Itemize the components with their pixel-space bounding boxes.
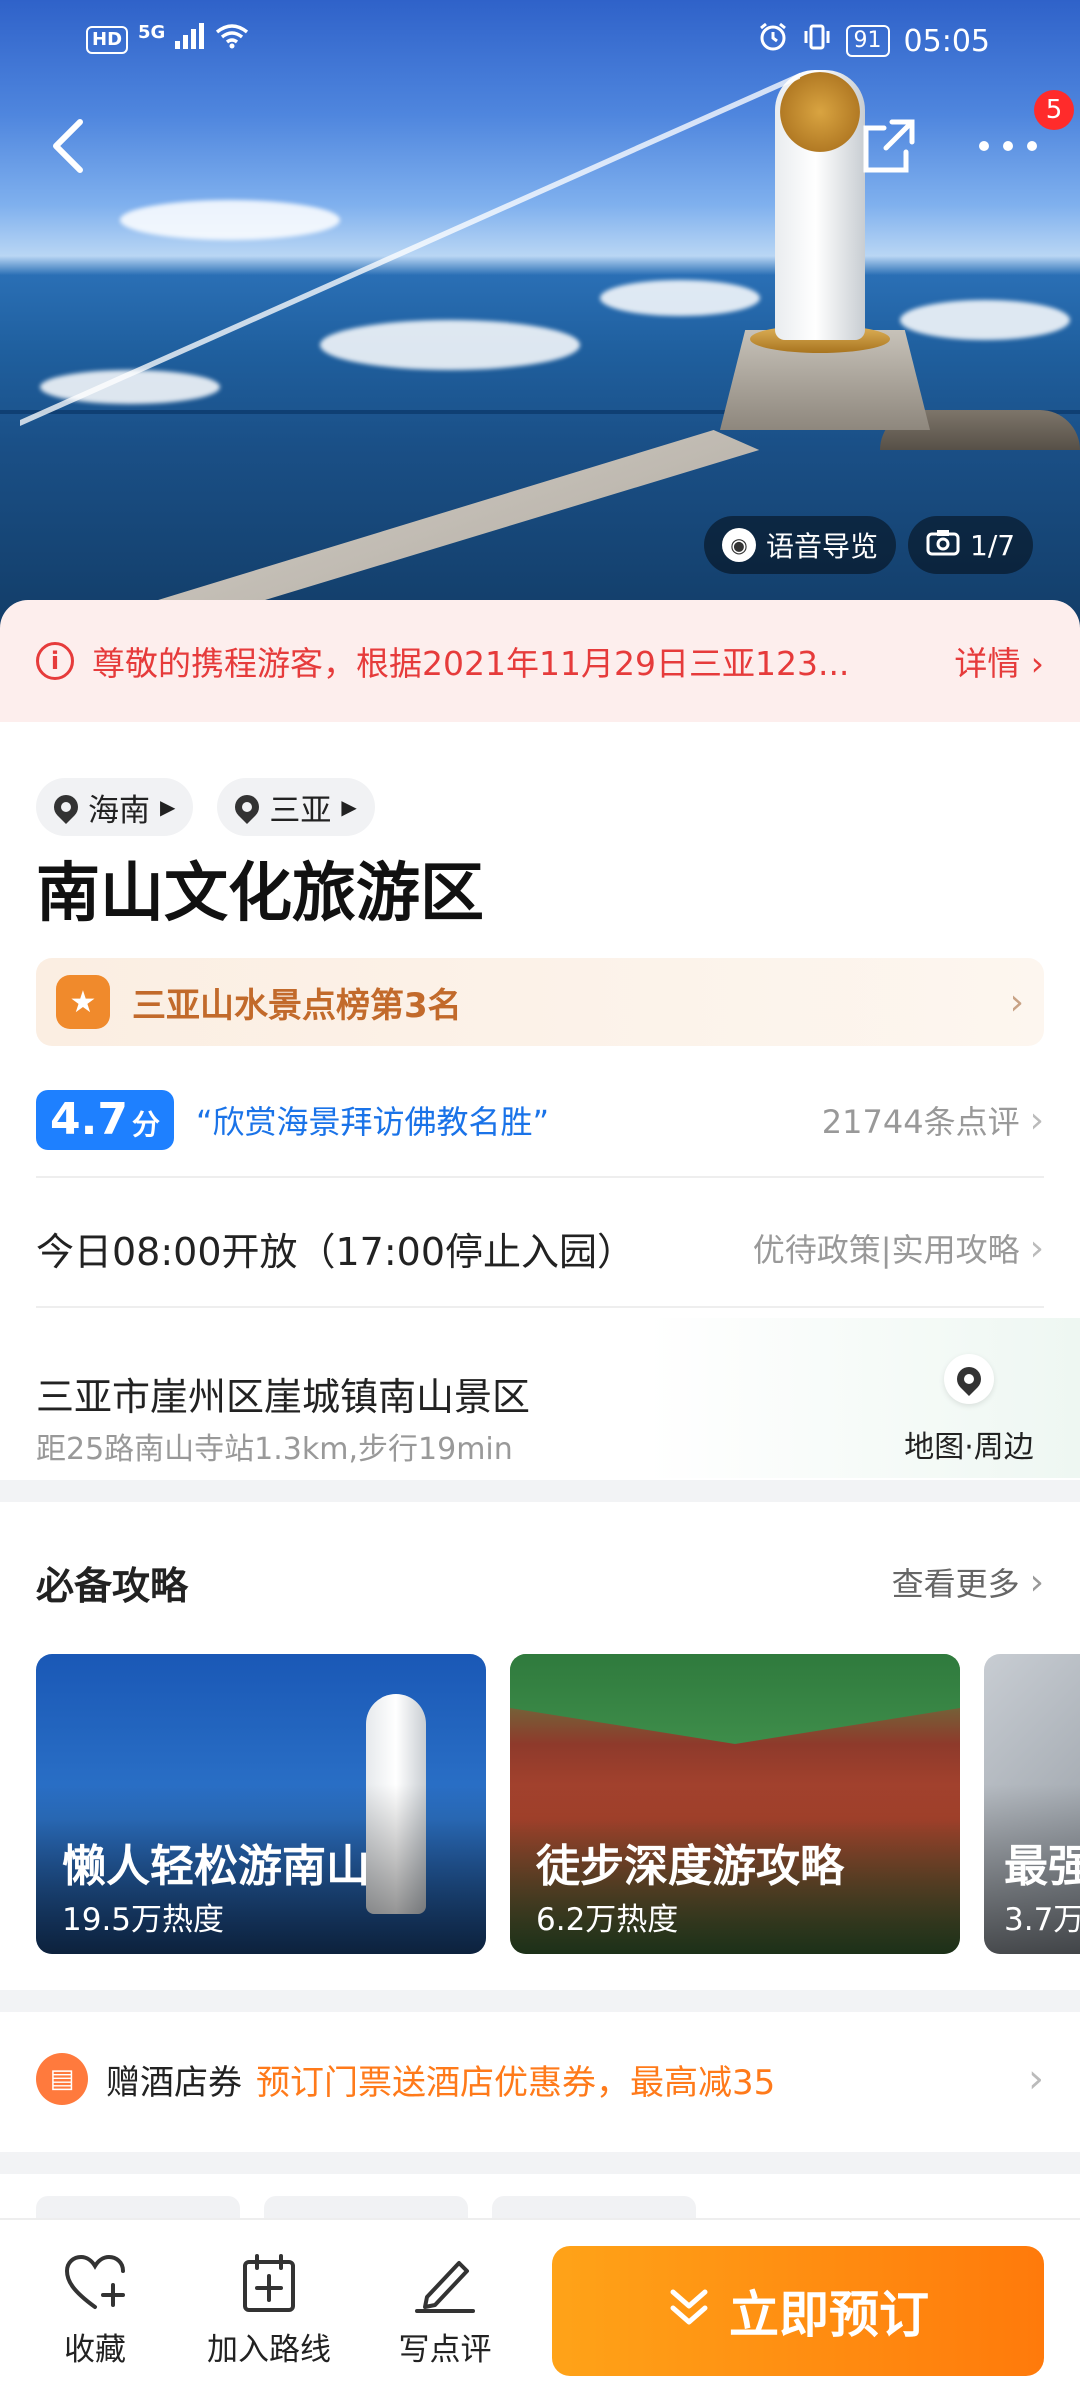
review-count-link[interactable]: 21744条点评 ›: [822, 1097, 1044, 1143]
add-route-button[interactable]: 加入路线: [194, 2250, 344, 2369]
status-bar: HD 5G 91 05:05: [0, 0, 1080, 78]
location-pin-icon: [230, 790, 265, 824]
address-row[interactable]: 三亚市崖州区崖城镇南山景区 距25路南山寺站1.3km,步行19min 地图·周…: [0, 1318, 1080, 1478]
guide-card-title: 懒人轻松游南山: [62, 1841, 370, 1892]
view-more-link[interactable]: 查看更多 ›: [892, 1559, 1044, 1605]
guide-card-heat: 3.7万: [1004, 1902, 1080, 1938]
share-icon: [863, 119, 915, 173]
back-button[interactable]: [28, 106, 108, 186]
bottom-action-bar: 收藏 加入路线 写点评 立即预订: [0, 2218, 1080, 2400]
opening-hours: 今日08:00开放（17:00停止入园）: [36, 1229, 636, 1274]
hd-badge: HD: [86, 25, 129, 54]
audio-icon: ◉: [722, 528, 756, 562]
wifi-icon: [215, 22, 249, 57]
clock: 05:05: [903, 23, 990, 59]
score-badge: 4.7 分: [36, 1090, 174, 1150]
more-dots-icon: [979, 141, 1037, 151]
calendar-plus-icon: [194, 2250, 344, 2316]
guide-card[interactable]: 徒步深度游攻略 6.2万热度: [510, 1654, 960, 1954]
book-now-button[interactable]: 立即预订: [552, 2246, 1044, 2376]
alarm-icon: [758, 22, 788, 60]
notice-detail-link[interactable]: 详情 ›: [954, 637, 1044, 685]
battery-indicator: 91: [845, 25, 890, 57]
chevron-right-icon: ›: [1009, 981, 1024, 1023]
map-pin-icon: [944, 1354, 994, 1404]
page-title: 南山文化旅游区: [36, 857, 484, 931]
guide-card-heat: 19.5万热度: [62, 1902, 225, 1938]
network-badge: 5G: [138, 22, 166, 43]
guide-card-title: 徒步深度游攻略: [536, 1841, 844, 1892]
guide-card[interactable]: 懒人轻松游南山 19.5万热度: [36, 1654, 486, 1954]
guide-card-title: 最强: [1004, 1841, 1080, 1892]
favorite-label: 收藏: [64, 2332, 126, 2368]
location-pin-icon: [49, 790, 83, 824]
map-label: 地图·周边: [904, 1430, 1034, 1465]
camera-icon: [926, 528, 960, 563]
info-icon: i: [36, 642, 74, 680]
chevron-right-icon: ›: [1028, 2056, 1044, 2102]
hotel-icon: ▤: [36, 2053, 88, 2105]
guides-heading: 必备攻略: [36, 1563, 189, 1608]
guides-header: 必备攻略 查看更多 ›: [36, 1552, 1044, 1612]
province-chip[interactable]: 海南 ▶: [36, 778, 194, 836]
photo-gallery-button[interactable]: 1/7: [908, 516, 1034, 574]
guide-card[interactable]: 最强 3.7万: [984, 1654, 1080, 1954]
hotel-coupon-label: 赠酒店券: [106, 2062, 242, 2103]
caret-right-icon: ▶: [341, 795, 357, 819]
address-text: 三亚市崖州区崖城镇南山景区: [36, 1375, 531, 1419]
write-review-button[interactable]: 写点评: [370, 2250, 520, 2369]
ranking-icon: ★: [56, 975, 110, 1029]
book-now-label: 立即预订: [729, 2286, 929, 2344]
hotel-coupon-row[interactable]: ▤ 赠酒店券 预订门票送酒店优惠券，最高减35 ›: [0, 2014, 1080, 2144]
rating-row[interactable]: 4.7 分 “欣赏海景拜访佛教名胜” 21744条点评 ›: [36, 1082, 1044, 1158]
guide-card-heat: 6.2万热度: [536, 1902, 679, 1938]
notification-badge: 5: [1034, 90, 1074, 130]
write-review-label: 写点评: [398, 2332, 492, 2368]
notice-banner[interactable]: i 尊敬的携程游客，根据2021年11月29日三亚123... 详情 ›: [0, 600, 1080, 722]
vibrate-icon: [802, 22, 832, 60]
heart-plus-icon: [20, 2250, 170, 2316]
ranking-banner[interactable]: ★ 三亚山水景点榜第3名 ›: [36, 958, 1044, 1046]
photo-counter: 1/7: [970, 528, 1016, 562]
province-label: 海南: [88, 792, 150, 829]
double-chevron-down-icon: [667, 2286, 711, 2337]
city-label: 三亚: [269, 792, 332, 829]
transit-distance: 距25路南山寺站1.3km,步行19min: [36, 1432, 513, 1467]
pencil-icon: [370, 2250, 520, 2316]
map-nearby-button[interactable]: 地图·周边: [894, 1354, 1044, 1466]
share-button[interactable]: [848, 106, 928, 186]
favorite-button[interactable]: 收藏: [20, 2250, 170, 2369]
policy-links[interactable]: 优待政策|实用攻略 ›: [753, 1225, 1044, 1271]
hotel-coupon-promo: 预订门票送酒店优惠券，最高减35: [256, 2062, 776, 2103]
caret-right-icon: ▶: [160, 795, 176, 819]
review-quote: “欣赏海景拜访佛教名胜”: [195, 1103, 550, 1141]
notice-text: 尊敬的携程游客，根据2021年11月29日三亚123...: [92, 644, 850, 683]
signal-icon: [175, 22, 205, 57]
ranking-label: 三亚山水景点榜第3名: [132, 985, 462, 1026]
opening-hours-row[interactable]: 今日08:00开放（17:00停止入园） 优待政策|实用攻略 ›: [36, 1200, 1044, 1296]
chevron-left-icon: [53, 119, 83, 173]
city-chip[interactable]: 三亚 ▶: [217, 778, 375, 836]
audio-guide-button[interactable]: ◉ 语音导览: [704, 516, 897, 574]
audio-guide-label: 语音导览: [766, 530, 879, 563]
guide-carousel[interactable]: 懒人轻松游南山 19.5万热度 徒步深度游攻略 6.2万热度 最强 3.7万: [36, 1654, 1080, 1954]
add-route-label: 加入路线: [207, 2332, 331, 2368]
